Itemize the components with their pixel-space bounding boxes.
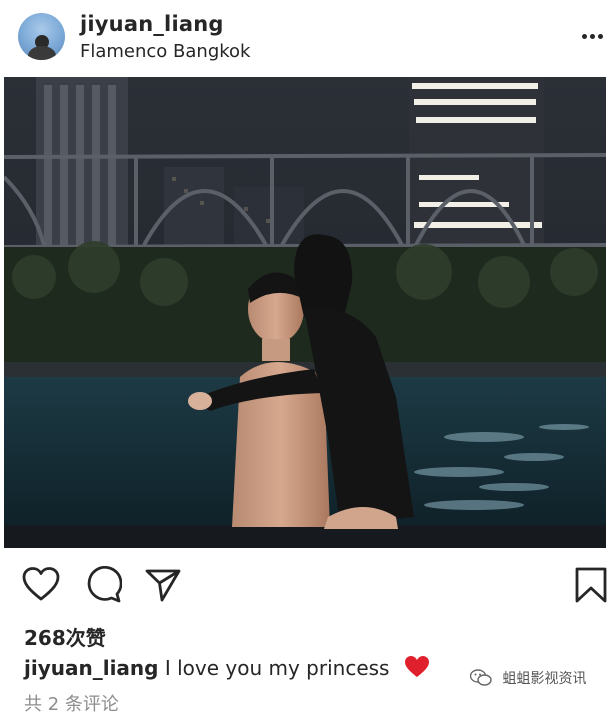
watermark: 蛆蛆影视资讯 [469,668,587,691]
post-header: jiyuan_liang Flamenco Bangkok [0,0,608,74]
red-heart-emoji-icon [404,655,430,684]
send-icon[interactable] [144,566,182,604]
action-bar [0,562,608,608]
bookmark-icon[interactable] [572,566,608,604]
caption: jiyuan_liang I love you my princess [24,655,430,684]
post-photo[interactable] [4,77,606,548]
post-username[interactable]: jiyuan_liang [80,12,224,36]
caption-text: I love you my princess [164,656,390,680]
ellipsis-icon[interactable] [582,34,604,40]
photo-illustration [4,77,606,548]
watermark-text: 蛆蛆影视资讯 [502,671,587,687]
view-comments-link[interactable]: 共 2 条评论 [24,690,119,716]
caption-username[interactable]: jiyuan_liang [24,656,158,680]
avatar[interactable] [18,13,65,60]
likes-count[interactable]: 268次赞 [24,622,106,651]
heart-icon[interactable] [22,566,60,604]
wechat-icon [469,669,492,691]
comment-icon[interactable] [84,566,123,604]
post-location[interactable]: Flamenco Bangkok [80,41,250,62]
